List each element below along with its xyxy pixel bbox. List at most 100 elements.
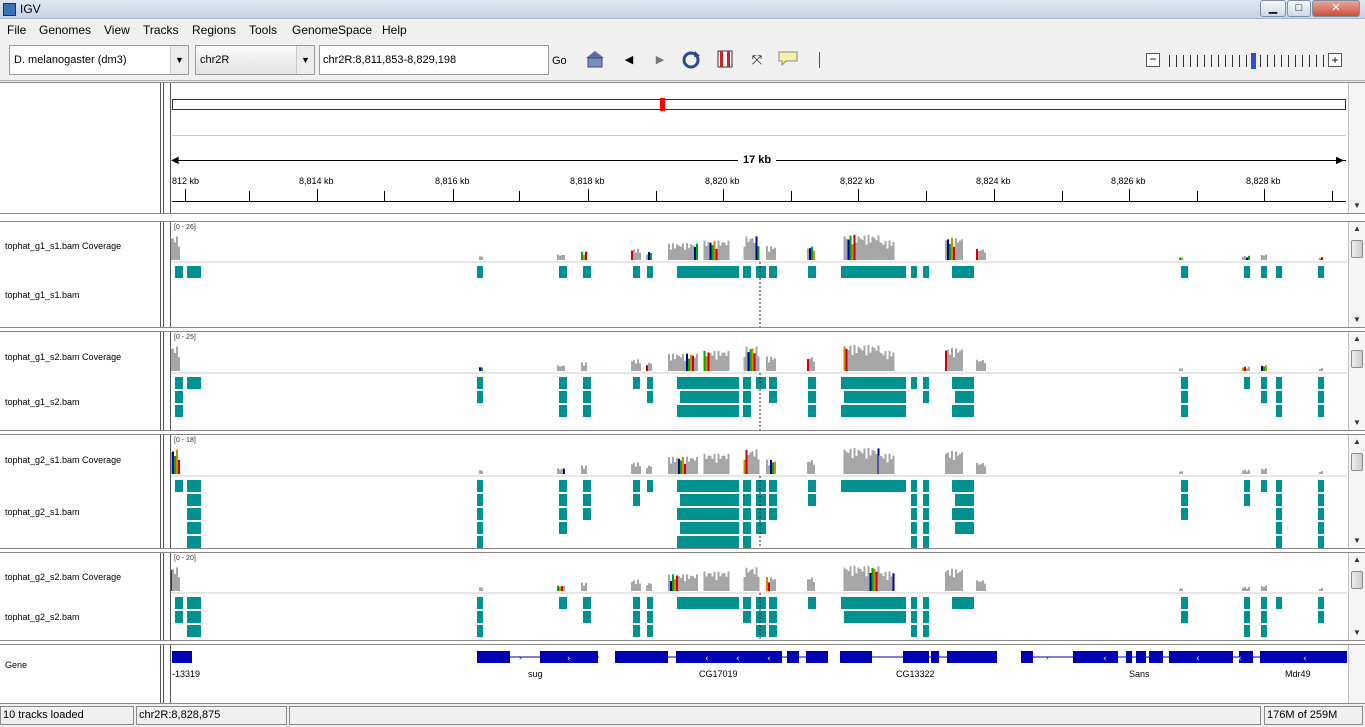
scroll-thumb[interactable]: [1351, 453, 1363, 471]
genome-dropdown[interactable]: D. melanogaster (dm3) ▼: [9, 45, 189, 75]
coverage-bar: [747, 572, 750, 591]
gene-scrollbar[interactable]: [1348, 645, 1365, 703]
locus-input[interactable]: chr2R:8,811,853-8,829,198: [319, 45, 549, 75]
scroll-down-icon[interactable]: ▼: [1349, 626, 1365, 640]
track-scrollbar[interactable]: ▲ ▼: [1348, 332, 1365, 430]
menu-tracks[interactable]: Tracks: [143, 23, 179, 37]
coverage-bar: [631, 250, 633, 260]
scroll-down-icon[interactable]: ▼: [1349, 199, 1365, 213]
coverage-bar: [561, 468, 563, 474]
region-of-interest-icon[interactable]: [715, 50, 735, 70]
scroll-up-icon[interactable]: ▲: [1349, 435, 1365, 449]
menu-file[interactable]: File: [7, 23, 26, 37]
read-block: [841, 480, 906, 492]
menu-genomespace[interactable]: GenomeSpace: [292, 23, 372, 37]
coverage-bar: [957, 242, 959, 260]
coverage-bar: [633, 580, 635, 591]
scroll-down-icon[interactable]: ▼: [1349, 416, 1365, 430]
coverage-bar: [947, 239, 949, 260]
read-block: [743, 611, 751, 623]
menu-regions[interactable]: Regions: [192, 23, 236, 37]
coverage-bar: [884, 571, 887, 591]
scroll-up-icon[interactable]: ▲: [1349, 332, 1365, 346]
track-data-area[interactable]: [0 - 25]: [171, 332, 1347, 430]
alignment-track-label[interactable]: tophat_g2_s2.bam: [5, 612, 80, 622]
close-button[interactable]: ✕: [1312, 0, 1360, 17]
track-data-area[interactable]: [0 - 26]: [171, 222, 1347, 327]
coverage-bar: [646, 468, 648, 474]
alignment-track-label[interactable]: tophat_g1_s1.bam: [5, 290, 80, 300]
alignment-track-label[interactable]: tophat_g2_s1.bam: [5, 507, 80, 517]
scroll-up-icon[interactable]: ▲: [1349, 222, 1365, 236]
read-block: [952, 480, 974, 492]
read-block: [1181, 494, 1188, 506]
coverage-bar: [959, 240, 961, 260]
chromosome-ideogram[interactable]: [172, 99, 1346, 110]
scroll-down-icon[interactable]: ▼: [1349, 534, 1365, 548]
header-scrollbar[interactable]: ▼: [1348, 83, 1365, 213]
gene-label: CG13322: [896, 669, 935, 679]
read-block: [1261, 266, 1267, 278]
zoom-slider[interactable]: [1167, 53, 1325, 69]
scroll-thumb[interactable]: [1351, 571, 1363, 589]
ruler-minor-tick: [926, 191, 927, 201]
track-scrollbar[interactable]: ▲ ▼: [1348, 435, 1365, 548]
coverage-bar: [809, 579, 811, 591]
gene-track-label[interactable]: Gene: [5, 660, 27, 670]
track-data-area[interactable]: [0 - 18]: [171, 435, 1347, 548]
coverage-bar: [639, 252, 641, 260]
zoom-out-button[interactable]: −: [1146, 53, 1160, 67]
coverage-bar: [947, 349, 949, 371]
coverage-bar: [843, 236, 846, 260]
alignment-track-label[interactable]: tophat_g1_s2.bam: [5, 397, 80, 407]
back-icon[interactable]: ◀: [619, 50, 639, 70]
coverage-bar: [863, 566, 866, 591]
coverage-bar: [703, 350, 706, 371]
read-block: [647, 611, 653, 623]
coverage-track-label[interactable]: tophat_g2_s2.bam Coverage: [5, 572, 121, 582]
menu-tools[interactable]: Tools: [249, 23, 277, 37]
scroll-up-icon[interactable]: ▲: [1349, 553, 1365, 567]
menu-view[interactable]: View: [104, 23, 130, 37]
read-block: [1181, 508, 1188, 520]
go-button[interactable]: Go: [552, 55, 567, 67]
scroll-thumb[interactable]: [1351, 350, 1363, 368]
home-icon[interactable]: [585, 50, 605, 70]
fit-to-window-icon[interactable]: ⤧: [747, 50, 767, 70]
ruler-minor-tick: [791, 191, 792, 201]
track-scrollbar[interactable]: ▲ ▼: [1348, 222, 1365, 327]
gene-track[interactable]: › ‹ ‹ ‹ ‹ ‹ ‹ ‹ › › -13319 sug CG17019 CG13322 Sa…: [171, 645, 1347, 703]
coverage-track-label[interactable]: tophat_g2_s1.bam Coverage: [5, 455, 121, 465]
scroll-down-icon[interactable]: ▼: [1349, 313, 1365, 327]
coverage-bar: [755, 567, 758, 591]
zoom-thumb[interactable]: [1251, 53, 1256, 69]
zoom-in-button[interactable]: +: [1328, 53, 1342, 67]
refresh-icon[interactable]: [681, 50, 701, 70]
track-data-area[interactable]: [0 - 20]: [171, 553, 1347, 640]
coverage-bar: [1319, 368, 1321, 371]
forward-icon[interactable]: ▶: [650, 50, 670, 70]
read-block: [1318, 266, 1324, 278]
track-scrollbar[interactable]: ▲ ▼: [1348, 553, 1365, 640]
coverage-bar: [875, 453, 878, 474]
coverage-track-label[interactable]: tophat_g1_s1.bam Coverage: [5, 241, 121, 251]
chromosome-dropdown[interactable]: chr2R ▼: [195, 45, 315, 75]
minimize-button[interactable]: ▁: [1260, 0, 1286, 17]
coverage-bar: [696, 243, 698, 260]
coverage-bar: [174, 352, 176, 371]
scroll-thumb[interactable]: [1351, 240, 1363, 258]
coverage-bar: [743, 459, 746, 474]
coverage-bar: [951, 450, 953, 474]
title-bar: IGV ▁ □ ✕: [0, 0, 1365, 19]
coverage-track-label[interactable]: tophat_g1_s2.bam Coverage: [5, 352, 121, 362]
coverage-bar: [563, 254, 565, 260]
maximize-button[interactable]: □: [1287, 0, 1311, 17]
menu-genomes[interactable]: Genomes: [39, 23, 91, 37]
menu-help[interactable]: Help: [382, 23, 407, 37]
toolbar: D. melanogaster (dm3) ▼ chr2R ▼ chr2R:8,…: [0, 41, 1365, 81]
popup-info-icon[interactable]: [778, 50, 798, 70]
read-block: [633, 625, 640, 637]
read-block: [1261, 480, 1267, 492]
track-panel: tophat_g1_s2.bam Coverage tophat_g1_s2.ba…: [0, 331, 1365, 431]
read-block: [923, 611, 929, 623]
